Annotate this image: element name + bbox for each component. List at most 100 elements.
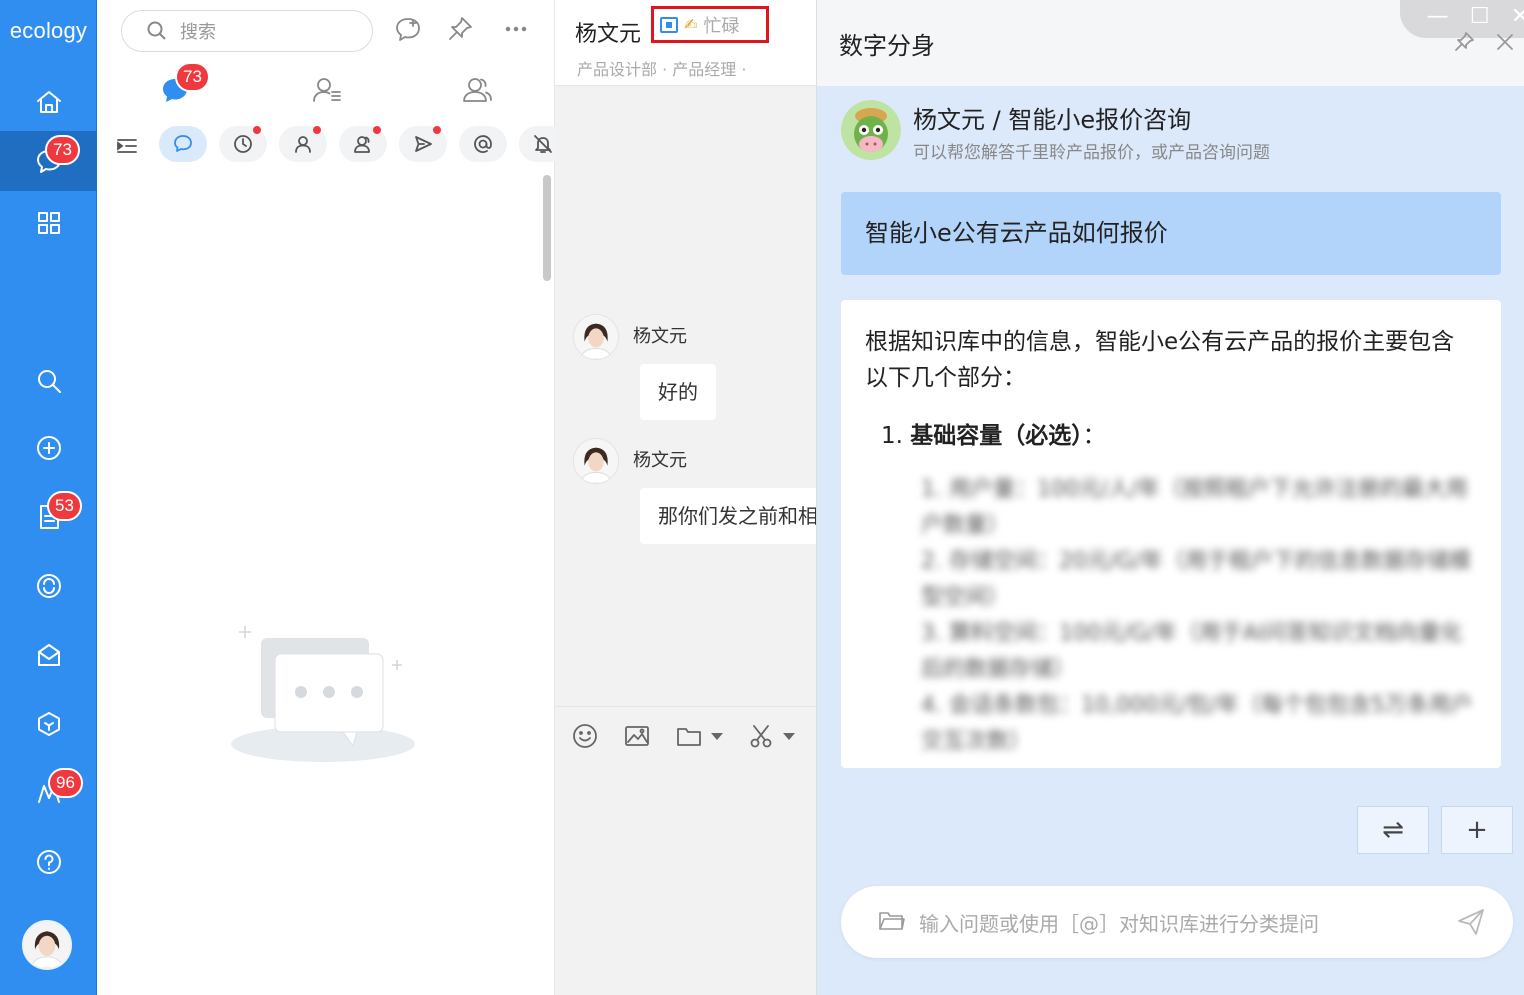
window-close-button[interactable]: ✕ (1511, 6, 1524, 28)
messages-badge: 73 (45, 135, 80, 165)
search-button[interactable] (0, 351, 97, 411)
session-list-pane: 搜索 73 (97, 0, 567, 995)
refresh-circle-icon (36, 574, 61, 598)
messages-button[interactable]: 73 (0, 131, 97, 191)
contact-department: 产品设计部 · 产品经理 · (577, 60, 747, 79)
docs-badge: 53 (47, 491, 82, 521)
docs-button[interactable]: 53 (0, 487, 97, 547)
question-input[interactable]: 输入问题或使用［@］对知识库进行分类提问 (841, 886, 1513, 958)
filter-all-chats[interactable] (159, 126, 207, 162)
chat-toolbar (555, 706, 816, 995)
send-button[interactable] (1455, 906, 1487, 938)
new-session-button[interactable]: + (1441, 806, 1513, 854)
sender-avatar-icon (574, 315, 618, 359)
image-icon (625, 726, 649, 746)
more-dots-icon (505, 26, 527, 32)
chat-bubble-icon (174, 135, 192, 152)
panel-header: 数字分身 — ☐ ✕ (817, 0, 1524, 86)
new-chat-button[interactable] (391, 12, 425, 46)
cube-button[interactable] (0, 694, 97, 754)
bot-title: 杨文元 / 智能小e报价咨询 (913, 106, 1192, 134)
more-button[interactable] (499, 12, 533, 46)
close-icon (1497, 34, 1513, 50)
unread-dot (373, 126, 381, 134)
switch-button[interactable]: ⇌ (1357, 806, 1429, 854)
mail-button[interactable] (0, 625, 97, 685)
clock-icon (234, 135, 252, 153)
search-icon (37, 370, 61, 393)
user-avatar[interactable] (22, 920, 72, 970)
search-icon (147, 21, 166, 40)
user-question-bubble[interactable]: 智能小e公有云产品如何报价 (841, 192, 1501, 275)
sender-avatar[interactable] (573, 438, 619, 484)
search-input[interactable]: 搜索 (121, 10, 373, 52)
answer-heading-number: 1. (881, 423, 903, 449)
home-icon (36, 91, 61, 113)
filter-single[interactable] (279, 126, 327, 162)
file-button[interactable] (675, 721, 723, 751)
filter-group[interactable] (339, 126, 387, 162)
answer-heading: 1. 基础容量（必选）： (881, 416, 1106, 450)
pin-button[interactable] (443, 12, 477, 46)
answer-heading-colon: ： (1082, 423, 1106, 449)
filter-mentions[interactable] (459, 126, 507, 162)
answer-intro: 根据知识库中的信息，智能小e公有云产品的报价主要包含以下几个部分： (865, 329, 1455, 391)
collapse-button[interactable] (115, 134, 139, 158)
cube-icon (37, 712, 60, 736)
cow-mascot-icon (841, 100, 901, 160)
contact-status[interactable]: ✍ 忙碌 (651, 6, 769, 43)
answer-item: 4. 会话条数包：10,000元/包/年（每个包包含5万条用户交互次数） (921, 693, 1473, 754)
bot-avatar (841, 100, 901, 160)
panel-pin-button[interactable] (1452, 30, 1476, 54)
outdent-icon (117, 139, 137, 153)
grid-icon (37, 212, 60, 234)
screenshot-button[interactable] (747, 721, 795, 751)
tab-messages-badge: 73 (175, 62, 210, 92)
smiley-icon (573, 724, 597, 748)
pin-icon (1455, 32, 1474, 51)
answer-card[interactable]: 根据知识库中的信息，智能小e公有云产品的报价主要包含以下几个部分： 1. 基础容… (841, 300, 1501, 768)
chat-pane: 杨文元 ✍ 忙碌 产品设计部 · 产品经理 · 杨文元 好的 杨文元 那你们发之… (555, 0, 816, 995)
panel-close-button[interactable] (1495, 32, 1515, 52)
chevron-down-icon (711, 732, 723, 740)
home-button[interactable] (0, 72, 97, 132)
image-button[interactable] (623, 721, 651, 751)
apps-button[interactable] (0, 193, 97, 253)
create-button[interactable] (0, 418, 97, 478)
answer-item: 3. 算料空间：100元/G/年（用于AI问答知识文档向量化后的数据存储） (921, 621, 1463, 682)
folder-icon (879, 912, 905, 930)
sender-name: 杨文元 (633, 326, 687, 347)
maximize-button[interactable]: ☐ (1470, 6, 1490, 28)
bell-off-icon (534, 135, 552, 153)
knowledge-folder-button[interactable] (877, 906, 905, 938)
tab-groups[interactable] (457, 70, 497, 110)
workflow-button[interactable] (0, 556, 97, 616)
unread-dot (253, 126, 261, 134)
status-text: 忙碌 (703, 15, 740, 37)
message-bubble[interactable]: 好的 (640, 364, 716, 420)
filter-sent[interactable] (399, 126, 447, 162)
search-placeholder: 搜索 (180, 22, 216, 43)
chevron-down-icon (783, 732, 795, 740)
desktop-online-icon (660, 16, 678, 33)
contact-name[interactable]: 杨文元 (575, 16, 641, 48)
person-icon (295, 136, 311, 153)
help-button[interactable] (0, 832, 97, 892)
answer-list-blurred: 1. 用户量：100元/人/年（按照租户下允许注册的最大用户数量） 2. 存储空… (921, 472, 1481, 760)
list-scrollbar[interactable] (543, 175, 551, 281)
tab-contacts[interactable] (307, 70, 347, 110)
at-sign-icon (474, 135, 492, 153)
sender-avatar[interactable] (573, 314, 619, 360)
m-app-button[interactable]: 96 (0, 763, 97, 823)
tab-messages[interactable]: 73 (155, 62, 210, 110)
help-icon (36, 850, 61, 874)
answer-item: 2. 存储空间：20元/G/年（用于租户下的信息数据存储模型空间） (921, 549, 1471, 610)
folder-icon (677, 728, 701, 746)
emoji-button[interactable] (571, 721, 599, 751)
message-bubble[interactable]: 那你们发之前和相 (640, 488, 816, 544)
answer-item: 1. 用户量：100元/人/年（按照租户下允许注册的最大用户数量） (921, 477, 1468, 538)
chat-add-icon (396, 18, 420, 41)
chat-header: 杨文元 ✍ 忙碌 产品设计部 · 产品经理 · (555, 0, 816, 86)
minimize-button[interactable]: — (1427, 6, 1449, 28)
filter-recent[interactable] (219, 126, 267, 162)
